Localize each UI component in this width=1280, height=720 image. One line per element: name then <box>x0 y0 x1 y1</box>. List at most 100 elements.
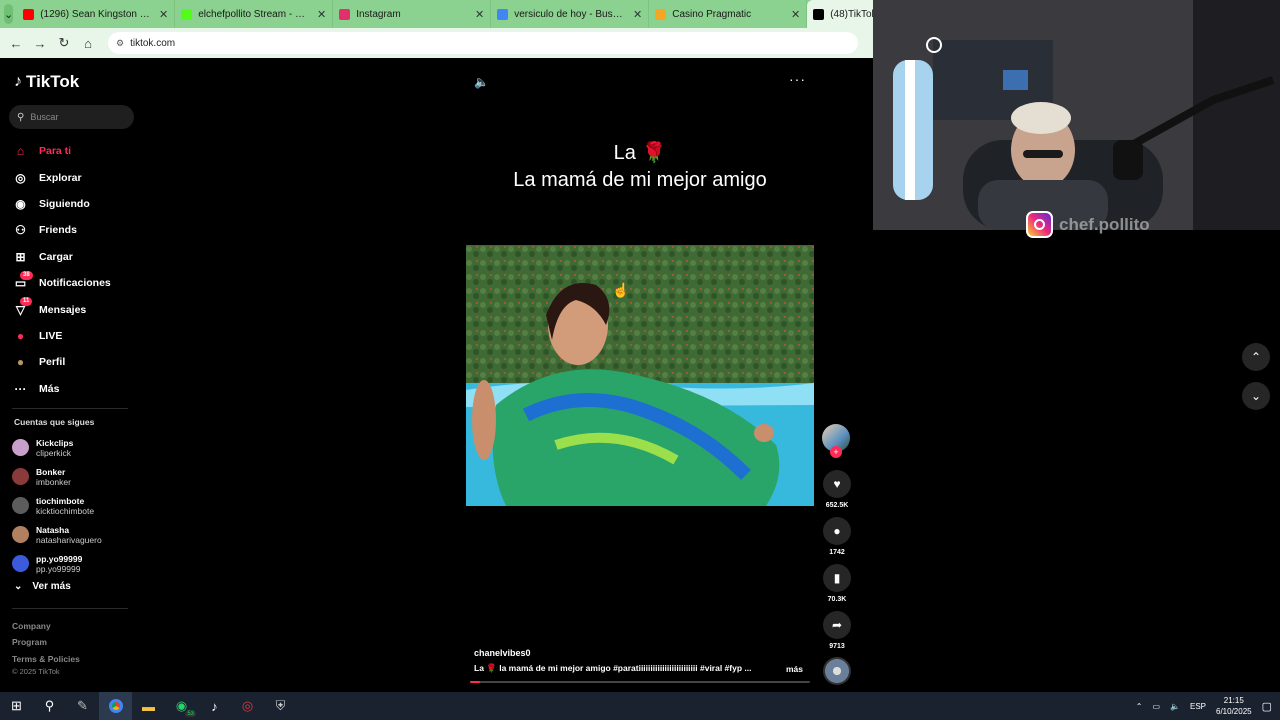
language-indicator[interactable]: ESP <box>1190 702 1206 711</box>
tiktok-logo[interactable]: ♪ TikTok <box>14 72 79 92</box>
sidebar-item-cargar[interactable]: ⊞ Cargar <box>12 244 142 270</box>
volume-tray-icon[interactable]: 🔈 <box>1170 702 1180 711</box>
send-icon: ▽ 11 <box>12 297 33 318</box>
previous-video-button[interactable]: ⌃ <box>1242 343 1270 371</box>
browser-tab[interactable]: (1296) Sean Kingston - Beautiful ✕ <box>17 0 176 28</box>
save-action[interactable]: ▮ 70.3K <box>822 564 852 603</box>
browser-tab[interactable]: Instagram ✕ <box>333 0 492 28</box>
sidebar-item-label: Mensajes <box>39 303 87 316</box>
creator-avatar[interactable]: + <box>822 424 850 458</box>
profile-icon: ● <box>16 355 25 370</box>
reload-icon[interactable]: ↻ <box>54 33 74 53</box>
clock[interactable]: 21:15 6/10/2025 <box>1216 695 1252 717</box>
account-name: Natasha <box>36 524 70 535</box>
follow-plus-icon[interactable]: + <box>830 446 842 458</box>
app-icon[interactable]: ✎ <box>66 692 99 720</box>
sidebar-item-perfil[interactable]: ● Perfil <box>12 349 142 375</box>
tab-close-icon[interactable]: ✕ <box>791 8 800 21</box>
sidebar-item-explorar[interactable]: ◎ Explorar <box>12 164 142 190</box>
video-progress-bar[interactable] <box>470 681 810 683</box>
save-count: 70.3K <box>827 596 847 603</box>
tab-search-icon[interactable]: ⌄ <box>4 4 14 24</box>
video-description: La 🌹 la mamá de mi mejor amigo #paratiii… <box>474 663 752 673</box>
progress-fill <box>470 681 481 683</box>
recorder-icon[interactable]: ◎ <box>231 692 264 720</box>
sidebar-item-m-s[interactable]: ··· Más <box>12 376 142 402</box>
browser-tab[interactable]: (48)TikTok <box>807 0 873 28</box>
video-player[interactable] <box>466 245 814 506</box>
tab-favicon-icon <box>497 8 509 20</box>
tab-label: (48)TikTok <box>830 8 873 20</box>
more-options-icon[interactable]: ··· <box>789 71 806 87</box>
sidebar: ♪ TikTok ⚲ Buscar ⌂ Para ti ◎ Explorar ◉ S… <box>0 58 146 692</box>
search-input[interactable]: ⚲ Buscar <box>9 105 134 129</box>
tiktok-taskbar-icon[interactable]: ♪ <box>198 692 231 720</box>
sidebar-item-mensajes[interactable]: ▽ 11 Mensajes <box>12 296 142 322</box>
file-explorer-icon[interactable]: ▬ <box>132 692 165 720</box>
footer-link[interactable]: Program <box>12 634 80 650</box>
ver-mas-label: Ver más <box>32 581 71 592</box>
tab-close-icon[interactable]: ✕ <box>633 8 642 21</box>
music-disc-icon[interactable] <box>823 657 851 685</box>
sidebar-item-live[interactable]: ● LIVE <box>12 323 142 349</box>
home-icon: ⌂ <box>16 144 25 159</box>
forward-icon[interactable]: → <box>30 33 50 53</box>
bookmark-icon[interactable]: ▮ <box>823 564 851 592</box>
footer-link[interactable]: Terms & Policies <box>12 651 80 667</box>
share-action[interactable]: ➦ 9713 <box>822 611 852 650</box>
comment-icon[interactable]: ● <box>823 517 851 545</box>
browser-tab[interactable]: versiculo de hoy - Buscar con Google ✕ <box>491 0 650 28</box>
home-browser-icon[interactable]: ⌂ <box>78 33 98 53</box>
following-section-title: Cuentas que sigues <box>14 417 95 427</box>
comment-action[interactable]: ● 1742 <box>822 517 852 556</box>
back-icon[interactable]: ← <box>6 33 26 53</box>
following-account[interactable]: Natasha natasharivaguero <box>12 520 142 549</box>
tab-close-icon[interactable]: ✕ <box>317 8 326 21</box>
chrome-icon[interactable] <box>99 692 132 720</box>
browser-tab[interactable]: elchefpollito Stream - Watch Live ✕ <box>175 0 334 28</box>
more-description-button[interactable]: más <box>786 664 803 674</box>
tab-close-icon[interactable]: ✕ <box>475 8 484 21</box>
avatar <box>12 468 29 485</box>
heart-icon[interactable]: ♥ <box>823 470 851 498</box>
following-account[interactable]: pp.yo99999 pp.yo99999 <box>12 549 142 578</box>
following-account[interactable]: tiochimbote kicktiochimbote <box>12 491 142 520</box>
sidebar-item-label: Friends <box>39 224 77 237</box>
comment-count: 1742 <box>829 549 845 556</box>
network-icon[interactable]: ▭ <box>1152 702 1160 711</box>
volume-icon[interactable]: 🔈 <box>474 75 489 89</box>
chevron-up-icon[interactable]: ⌃ <box>1136 702 1143 711</box>
video-author[interactable]: chanelvibes0 <box>474 648 531 658</box>
action-rail: + ♥ 652.5K ● 1742 ▮ 70.3K ➦ 9713 <box>822 424 852 650</box>
footer-link[interactable]: Company <box>12 618 80 634</box>
browser-tab[interactable]: Casino Pragmatic ✕ <box>649 0 808 28</box>
site-info-icon[interactable]: ⚙ <box>116 38 124 49</box>
following-account[interactable]: Kickclips cliperkick <box>12 433 142 462</box>
tab-close-icon[interactable]: ✕ <box>159 8 168 21</box>
sidebar-item-notificaciones[interactable]: ▭ 38 Notificaciones <box>12 270 142 296</box>
sidebar-item-friends[interactable]: ⚇ Friends <box>12 217 142 243</box>
windows-start-icon[interactable]: ⊞ <box>0 692 33 720</box>
inbox-icon: ▭ 38 <box>12 270 33 292</box>
friends-icon: ⚇ <box>15 223 26 238</box>
next-video-button[interactable]: ⌄ <box>1242 382 1270 410</box>
whatsapp-icon[interactable]: ◉ 53 <box>165 692 198 720</box>
ver-mas-button[interactable]: ⌄ Ver más <box>14 581 71 592</box>
more-icon: ··· <box>14 381 27 396</box>
cursor-icon: ☝ <box>612 282 630 298</box>
tab-label: Instagram <box>356 8 401 20</box>
notifications-icon[interactable]: ▢ <box>1262 700 1272 713</box>
clock-time: 21:15 <box>1223 696 1244 705</box>
search-taskbar-icon[interactable]: ⚲ <box>33 692 66 720</box>
account-name: pp.yo99999 <box>36 553 83 564</box>
sidebar-item-siguiendo[interactable]: ◉ Siguiendo <box>12 191 142 217</box>
sidebar-item-para-ti[interactable]: ⌂ Para ti <box>12 138 142 164</box>
following-account[interactable]: Bonker imbonker <box>12 462 142 491</box>
sidebar-item-label: Explorar <box>39 171 82 184</box>
shield-icon[interactable]: ⛨ <box>264 692 297 720</box>
like-action[interactable]: ♥ 652.5K <box>822 470 852 509</box>
url-input[interactable]: ⚙ tiktok.com <box>108 32 858 54</box>
copyright: © 2025 TikTok <box>12 667 60 676</box>
windows-taskbar: ⊞ ⚲ ✎ ▬ ◉ 53 ♪ ◎ ⛨ ⌃ ▭ 🔈 ESP 21:15 6/10/2… <box>0 692 1280 720</box>
share-icon[interactable]: ➦ <box>823 611 851 639</box>
